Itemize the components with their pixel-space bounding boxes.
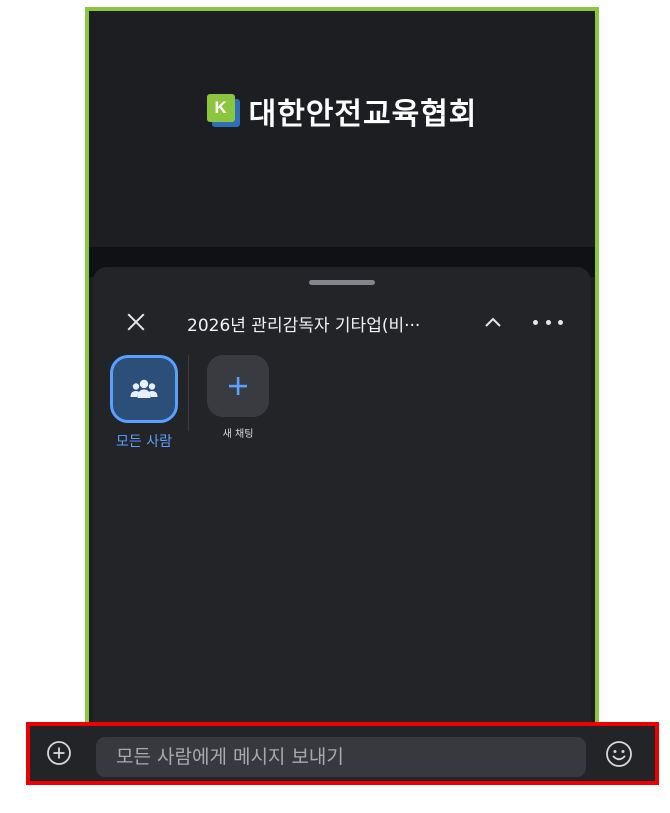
recipient-everyone[interactable]: 모든 사람 xyxy=(105,355,183,451)
recipient-label: 새 채팅 xyxy=(222,429,254,440)
chat-panel: 2026년 관리감독자 기타업(비··· 모든 사람 새 채팅 xyxy=(93,267,591,731)
organization-logo: K xyxy=(206,94,241,128)
message-composer xyxy=(26,722,659,785)
message-input[interactable] xyxy=(96,737,586,777)
drag-handle[interactable] xyxy=(309,280,375,285)
organization-name: 대한안전교육협회 xyxy=(248,97,478,132)
organization-brand: K 대한안전교육협회 xyxy=(89,89,595,133)
meeting-screen: K 대한안전교육협회 2026년 관리감독자 기타업(비··· 모든 사람 새 … xyxy=(85,7,599,735)
recipient-list: 모든 사람 새 채팅 xyxy=(93,355,591,455)
more-horizontal-icon[interactable] xyxy=(533,311,563,333)
smiley-icon[interactable] xyxy=(604,739,634,769)
close-icon[interactable] xyxy=(123,309,149,335)
chevron-up-icon[interactable] xyxy=(481,311,505,333)
everyone-tile[interactable] xyxy=(110,355,178,423)
plus-icon xyxy=(229,377,247,395)
divider xyxy=(188,355,189,431)
new-chat-tile[interactable] xyxy=(207,355,269,417)
group-icon xyxy=(130,379,158,398)
plus-circle-icon[interactable] xyxy=(46,740,72,766)
chat-title: 2026년 관리감독자 기타업(비··· xyxy=(187,316,421,336)
recipient-new-chat[interactable]: 새 채팅 xyxy=(201,355,275,440)
chat-header: 2026년 관리감독자 기타업(비··· xyxy=(93,305,591,339)
shared-content-area: K 대한안전교육협회 xyxy=(89,11,595,247)
logo-letter: K xyxy=(206,94,235,122)
recipient-label: 모든 사람 xyxy=(116,434,172,450)
